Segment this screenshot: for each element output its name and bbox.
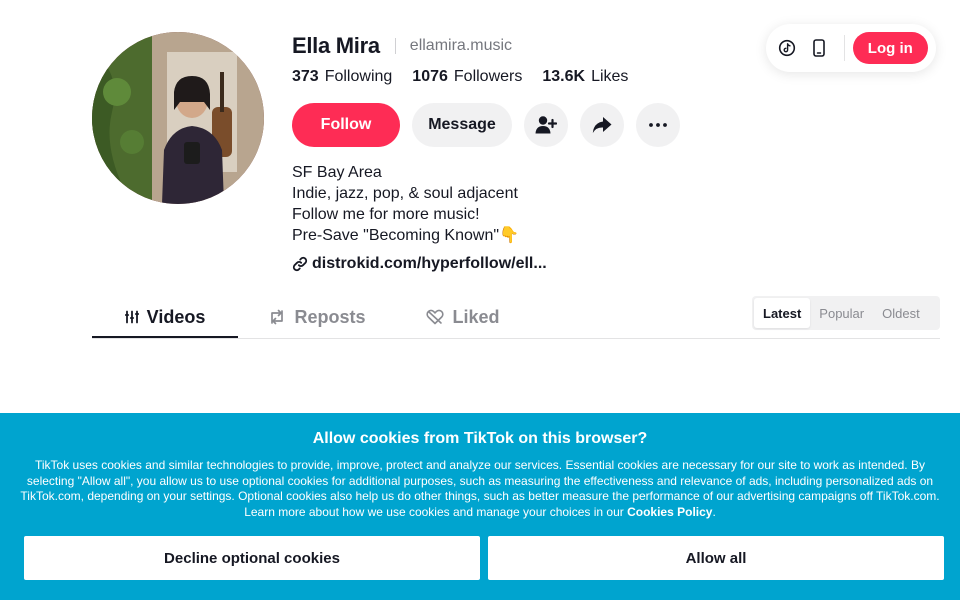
cookie-description: TikTok uses cookies and similar technolo… [12, 458, 948, 520]
tab-reposts[interactable]: Reposts [258, 296, 376, 338]
cookie-banner: Allow cookies from TikTok on this browse… [0, 413, 960, 600]
tab-liked[interactable]: Liked [408, 296, 518, 338]
bio-line: Indie, jazz, pop, & soul adjacent [292, 185, 518, 202]
profile-handle: ellamira.music [409, 37, 513, 54]
cookies-policy-link[interactable]: Cookies Policy [627, 505, 712, 519]
sort-oldest[interactable]: Oldest [873, 298, 929, 328]
stat-label: Likes [591, 68, 629, 85]
tiktok-coin-icon[interactable] [776, 37, 798, 59]
decline-cookies-button[interactable]: Decline optional cookies [24, 536, 480, 580]
profile-actions: Follow Message [292, 103, 680, 147]
follow-button[interactable]: Follow [292, 103, 400, 147]
profile-stats: 373 Following 1076 Followers 13.6K Likes [292, 68, 648, 86]
share-icon [592, 116, 612, 134]
profile-link-text: distrokid.com/hyperfollow/ell... [312, 255, 547, 272]
login-button[interactable]: Log in [852, 32, 928, 64]
link-icon [292, 256, 308, 272]
heart-slash-icon [426, 309, 445, 325]
bio-line: SF Bay Area [292, 164, 382, 181]
divider [843, 35, 845, 61]
tab-label: Reposts [294, 306, 366, 327]
stat-value: 373 [292, 68, 319, 85]
bio-line: Pre-Save "Becoming Known"👇 [292, 227, 519, 244]
profile-link[interactable]: distrokid.com/hyperfollow/ell... [292, 255, 547, 273]
cookie-body-end: . [712, 504, 716, 519]
bio-line: Follow me for more music! [292, 206, 480, 223]
add-friend-button[interactable] [524, 103, 568, 147]
tab-videos[interactable]: Videos [92, 296, 238, 338]
repost-icon [268, 309, 286, 325]
profile-name-row: Ella Mira ellamira.music [292, 33, 512, 59]
cookie-title: Allow cookies from TikTok on this browse… [312, 430, 648, 447]
stat-likes: 13.6K Likes [542, 68, 628, 86]
more-options-button[interactable] [636, 103, 680, 147]
share-button[interactable] [580, 103, 624, 147]
mobile-icon[interactable] [808, 37, 830, 59]
active-tab-indicator [92, 336, 238, 338]
sort-popular[interactable]: Popular [810, 298, 873, 328]
top-action-bar: Log in [766, 24, 936, 72]
sort-toggle: Latest Popular Oldest [752, 296, 940, 330]
sort-latest[interactable]: Latest [754, 298, 811, 328]
stat-value: 13.6K [542, 68, 586, 85]
allow-all-cookies-button[interactable]: Allow all [488, 536, 944, 580]
stat-value: 1076 [412, 68, 448, 85]
more-icon [649, 123, 667, 127]
stat-label: Followers [453, 68, 523, 85]
message-button[interactable]: Message [412, 103, 512, 147]
grid-icon [124, 310, 139, 324]
profile-bio: SF Bay Area Indie, jazz, pop, & soul adj… [292, 162, 519, 246]
stat-label: Following [324, 68, 393, 85]
divider [394, 38, 396, 54]
tab-label: Videos [146, 306, 206, 327]
cookie-body-text: TikTok uses cookies and similar technolo… [20, 458, 940, 519]
add-user-icon [535, 115, 557, 135]
tab-label: Liked [452, 306, 500, 327]
stat-followers[interactable]: 1076 Followers [412, 68, 522, 86]
avatar [92, 32, 264, 204]
stat-following[interactable]: 373 Following [292, 68, 392, 86]
profile-name: Ella Mira [292, 33, 380, 58]
